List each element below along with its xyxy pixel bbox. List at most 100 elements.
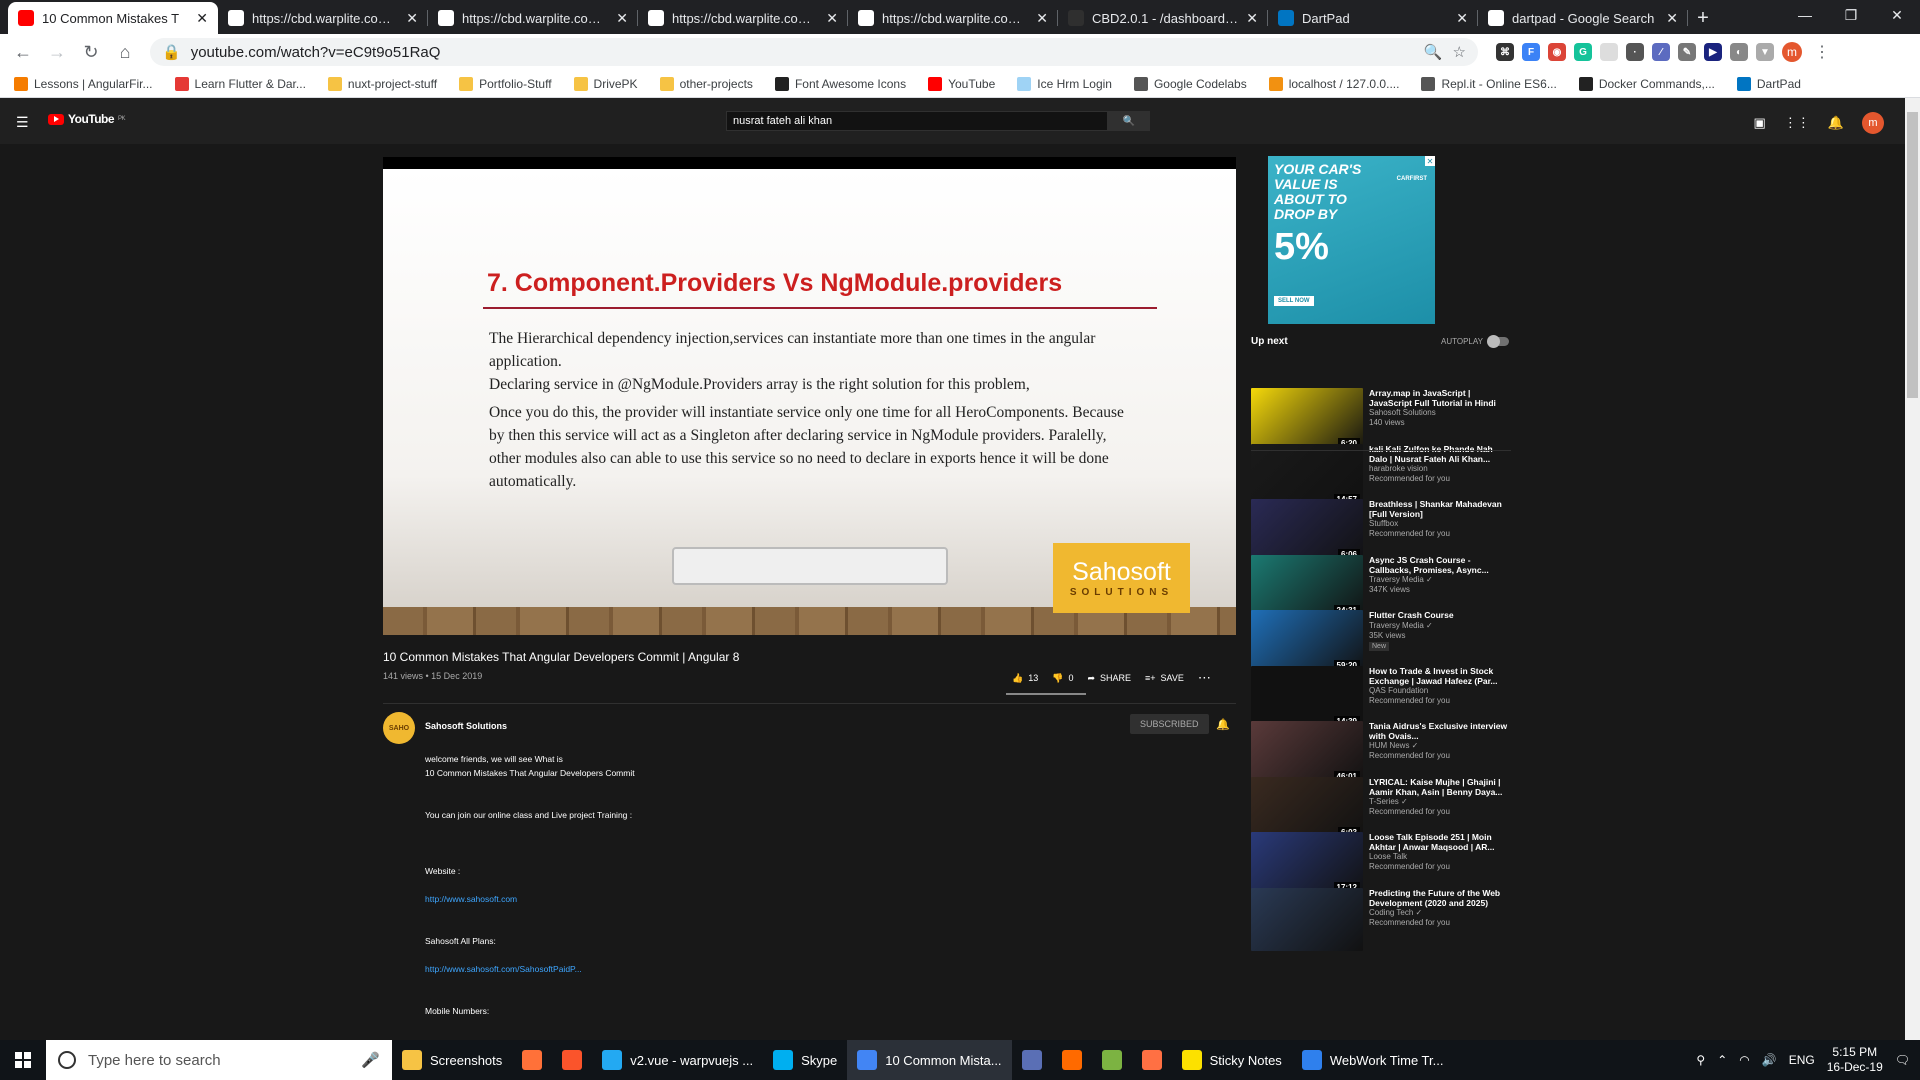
browser-tab[interactable]: CBD2.0.1 - /dashboard/v2 ✕ xyxy=(1058,2,1268,34)
search-icon[interactable]: 🔍 xyxy=(1108,111,1150,131)
apps-grid-icon[interactable]: ⋮⋮ xyxy=(1784,115,1810,131)
video-thumbnail[interactable]: 6:20 xyxy=(1251,388,1363,451)
taskbar-app[interactable]: Sticky Notes xyxy=(1172,1040,1292,1080)
microphone-icon[interactable]: 🎤 xyxy=(361,1051,380,1069)
tab-close-icon[interactable]: ✕ xyxy=(826,10,838,27)
bookmark-item[interactable]: YouTube xyxy=(928,76,995,91)
extension-icon[interactable]: F xyxy=(1522,43,1540,61)
video-thumbnail[interactable]: 6:03 xyxy=(1251,776,1363,840)
video-thumbnail[interactable]: 6:06 xyxy=(1251,499,1363,562)
youtube-logo[interactable]: YouTube PK xyxy=(48,112,126,126)
taskbar-app[interactable]: WebWork Time Tr... xyxy=(1292,1040,1454,1080)
browser-tab[interactable]: dartpad - Google Search ✕ xyxy=(1478,2,1688,34)
bookmark-item[interactable]: Learn Flutter & Dar... xyxy=(174,76,306,91)
description-line[interactable]: http://www.sahosoft.com/SahosoftPaidP... xyxy=(425,962,635,976)
extension-icon[interactable]: · xyxy=(1626,43,1644,61)
ad-close-icon[interactable]: ✕ xyxy=(1425,156,1435,166)
extension-icon[interactable]: ⁄ xyxy=(1652,43,1670,61)
show-hidden-icons-icon[interactable]: ⌃ xyxy=(1717,1053,1727,1067)
extension-icon[interactable]: ◐ xyxy=(1730,43,1748,61)
bookmark-item[interactable]: Repl.it - Online ES6... xyxy=(1421,76,1557,91)
bookmark-item[interactable]: Font Awesome Icons xyxy=(774,76,906,91)
tab-close-icon[interactable]: ✕ xyxy=(1246,10,1258,27)
channel-name[interactable]: Sahosoft Solutions xyxy=(425,721,507,731)
new-tab-button[interactable]: + xyxy=(1688,2,1718,34)
extension-icon[interactable]: G xyxy=(1574,43,1592,61)
channel-bell-icon[interactable]: 🔔 xyxy=(1216,718,1230,731)
browser-tab[interactable]: https://cbd.warplite.com/ap ✕ xyxy=(218,2,428,34)
taskbar-app[interactable] xyxy=(1052,1040,1092,1080)
autoplay-control[interactable]: AUTOPLAY xyxy=(1441,335,1509,348)
browser-tab[interactable]: https://cbd.warplite.com/ap ✕ xyxy=(638,2,848,34)
extension-icon[interactable]: ▼ xyxy=(1756,43,1774,61)
menu-kebab-icon[interactable]: ⋮ xyxy=(1814,42,1830,62)
wifi-icon[interactable]: ◠ xyxy=(1739,1053,1749,1067)
language-indicator[interactable]: ENG xyxy=(1789,1053,1815,1067)
dislike-button[interactable]: 👎 0 xyxy=(1052,673,1073,684)
browser-tab[interactable]: DartPad ✕ xyxy=(1268,2,1478,34)
bookmark-item[interactable]: Google Codelabs xyxy=(1133,76,1247,91)
extension-icon[interactable]: ⌘ xyxy=(1496,43,1514,61)
bookmark-item[interactable]: Docker Commands,... xyxy=(1578,76,1715,91)
forward-icon[interactable]: → xyxy=(42,37,72,67)
taskbar-app[interactable]: 10 Common Mista... xyxy=(847,1040,1012,1080)
browser-tab[interactable]: 10 Common Mistakes T ✕ xyxy=(8,2,218,34)
recommended-video[interactable]: Predicting the Future of the Web Develop… xyxy=(1251,887,1511,954)
video-thumbnail[interactable]: 24:31 xyxy=(1251,554,1363,618)
close-window-icon[interactable]: ✕ xyxy=(1874,0,1920,30)
address-bar[interactable]: 🔒 youtube.com/watch?v=eC9t9o51RaQ 🔍 ☆ xyxy=(150,38,1478,66)
search-input[interactable] xyxy=(726,111,1108,131)
ad-cta-button[interactable]: SELL NOW xyxy=(1274,296,1314,306)
tab-close-icon[interactable]: ✕ xyxy=(1456,10,1468,27)
video-player[interactable]: 7. Component.Providers Vs NgModule.provi… xyxy=(383,157,1236,635)
bookmark-item[interactable]: localhost / 127.0.0.... xyxy=(1268,76,1399,91)
share-button[interactable]: ➦ SHARE xyxy=(1087,673,1131,684)
home-icon[interactable]: ⌂ xyxy=(110,37,140,67)
description-line[interactable]: http://www.sahosoft.com xyxy=(425,892,635,906)
profile-avatar[interactable]: m xyxy=(1782,42,1802,62)
scrollbar-thumb[interactable] xyxy=(1907,112,1918,398)
back-icon[interactable]: ← xyxy=(8,37,38,67)
taskbar-app[interactable] xyxy=(1012,1040,1052,1080)
extension-icon[interactable] xyxy=(1600,43,1618,61)
video-thumbnail[interactable]: 17:12 xyxy=(1251,832,1363,895)
channel-avatar[interactable]: SAHO xyxy=(383,712,415,744)
create-video-icon[interactable]: ▣ xyxy=(1754,115,1766,131)
extension-icon[interactable]: ▶ xyxy=(1704,43,1722,61)
restore-icon[interactable]: ❐ xyxy=(1828,0,1874,30)
video-thumbnail[interactable]: 46:01 xyxy=(1251,721,1363,784)
more-actions-icon[interactable]: ⋯ xyxy=(1198,670,1211,686)
save-button[interactable]: ≡+ SAVE xyxy=(1145,673,1184,683)
browser-tab[interactable]: https://cbd.warplite.com/ap ✕ xyxy=(428,2,638,34)
taskbar-app[interactable] xyxy=(512,1040,552,1080)
action-center-icon[interactable]: 🗨 xyxy=(1895,1053,1910,1067)
tab-close-icon[interactable]: ✕ xyxy=(1036,10,1048,27)
volume-icon[interactable]: 🔊 xyxy=(1762,1053,1777,1067)
taskbar-app[interactable] xyxy=(1092,1040,1132,1080)
bookmark-item[interactable]: nuxt-project-stuff xyxy=(327,76,437,91)
browser-tab[interactable]: https://cbd.warplite.com/ap ✕ xyxy=(848,2,1058,34)
subscribed-button[interactable]: SUBSCRIBED xyxy=(1130,714,1209,734)
bookmark-item[interactable]: Portfolio-Stuff xyxy=(459,76,552,91)
bookmark-item[interactable]: other-projects xyxy=(659,76,753,91)
tab-close-icon[interactable]: ✕ xyxy=(196,10,208,27)
taskbar-app[interactable]: Screenshots xyxy=(392,1040,512,1080)
taskbar-search[interactable]: Type here to search 🎤 xyxy=(46,1040,392,1080)
people-icon[interactable]: ⚲ xyxy=(1696,1053,1705,1067)
user-avatar[interactable]: m xyxy=(1862,112,1884,134)
clock[interactable]: 5:15 PM 16-Dec-19 xyxy=(1827,1045,1883,1075)
windows-start-icon[interactable] xyxy=(0,1040,46,1080)
video-thumbnail[interactable]: 59:20 xyxy=(1251,610,1363,673)
taskbar-app[interactable]: v2.vue - warpvuejs ... xyxy=(592,1040,763,1080)
taskbar-app[interactable] xyxy=(1132,1040,1172,1080)
tab-close-icon[interactable]: ✕ xyxy=(616,10,628,27)
autoplay-toggle[interactable] xyxy=(1486,335,1509,348)
extension-icon[interactable]: ◉ xyxy=(1548,43,1566,61)
tab-close-icon[interactable]: ✕ xyxy=(1666,10,1678,27)
extension-icon[interactable]: ✎ xyxy=(1678,43,1696,61)
bookmark-item[interactable]: DrivePK xyxy=(573,76,638,91)
sidebar-ad[interactable]: YOUR CAR'S VALUE IS ABOUT TO DROP BY 5% … xyxy=(1268,156,1435,324)
notifications-bell-icon[interactable]: 🔔 xyxy=(1828,115,1844,131)
reload-icon[interactable]: ↻ xyxy=(76,37,106,67)
hamburger-menu-icon[interactable]: ☰ xyxy=(16,114,30,131)
